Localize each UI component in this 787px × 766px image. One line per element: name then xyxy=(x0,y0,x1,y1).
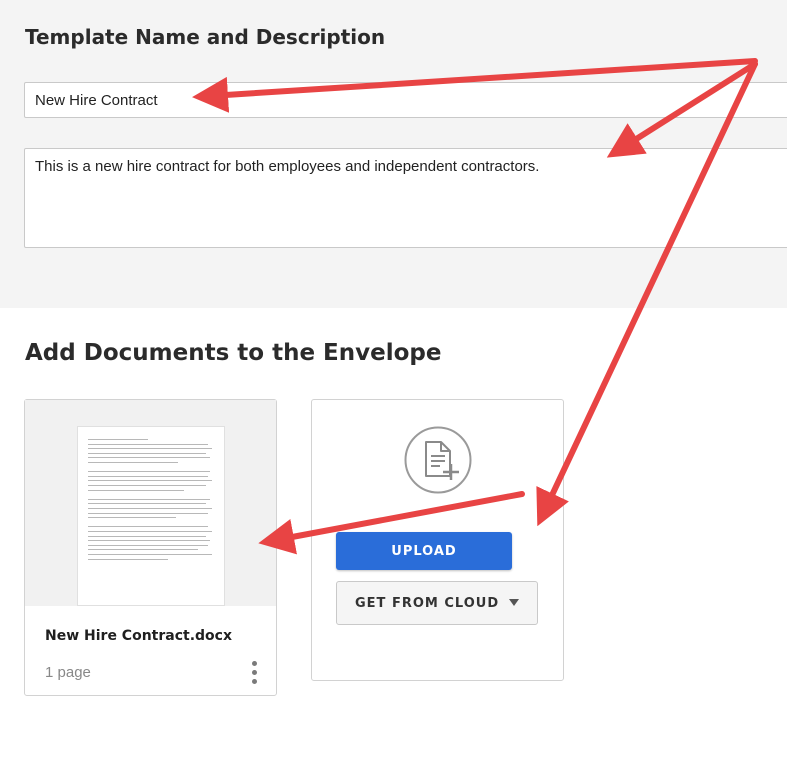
more-options-icon[interactable] xyxy=(247,659,263,685)
get-from-cloud-label: GET FROM CLOUD xyxy=(355,595,500,611)
thumbnail-text-line xyxy=(88,452,206,454)
get-from-cloud-button[interactable]: GET FROM CLOUD xyxy=(336,581,538,625)
thumbnail-text-line xyxy=(88,480,212,482)
documents-section-title: Add Documents to the Envelope xyxy=(25,340,442,366)
thumbnail-text-line xyxy=(88,439,148,440)
thumbnail-text-line xyxy=(88,540,210,542)
add-document-icon xyxy=(404,426,472,494)
thumbnail-text-line xyxy=(88,554,212,555)
upload-card: UPLOAD GET FROM CLOUD xyxy=(311,399,564,681)
thumbnail-text-line xyxy=(88,526,208,528)
document-name: New Hire Contract.docx xyxy=(45,628,232,644)
document-card[interactable]: New Hire Contract.docx 1 page xyxy=(24,399,277,696)
upload-button[interactable]: UPLOAD xyxy=(336,532,512,570)
thumbnail-text-line xyxy=(88,558,168,560)
thumbnail-text-line xyxy=(88,475,208,477)
thumbnail-text-line xyxy=(88,517,176,519)
thumbnail-text-line xyxy=(88,462,178,463)
thumbnail-text-line xyxy=(88,531,212,532)
thumbnail-text-line xyxy=(88,512,208,514)
thumbnail-text-line xyxy=(88,443,208,445)
thumbnail-text-line xyxy=(88,489,184,491)
thumbnail-text-line xyxy=(88,535,206,537)
thumbnail-text-line xyxy=(88,448,212,450)
thumbnail-text-line xyxy=(88,471,210,473)
thumbnail-text-line xyxy=(88,503,206,505)
template-description-input[interactable]: This is a new hire contract for both emp… xyxy=(24,148,787,248)
thumbnail-text-line xyxy=(88,498,210,500)
template-section-title: Template Name and Description xyxy=(25,25,386,49)
thumbnail-text-line xyxy=(88,485,206,486)
document-thumbnail-area xyxy=(25,400,276,606)
thumbnail-text-line xyxy=(88,508,212,509)
thumbnail-text-line xyxy=(88,549,198,551)
template-name-input[interactable] xyxy=(24,82,787,118)
caret-down-icon xyxy=(509,599,519,606)
document-thumbnail xyxy=(77,426,225,606)
thumbnail-text-line xyxy=(88,457,210,459)
thumbnail-text-line xyxy=(88,544,208,546)
document-page-count: 1 page xyxy=(45,664,91,681)
